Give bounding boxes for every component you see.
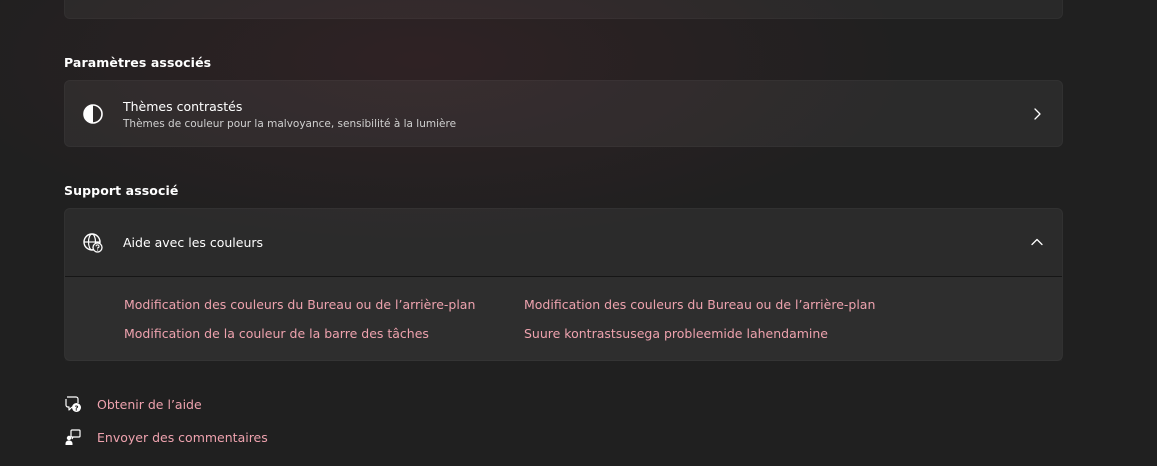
help-colors-header[interactable]: Aide avec les couleurs [65,209,1062,276]
send-feedback-link[interactable]: Envoyer des commentaires [97,430,268,445]
related-support-heading: Support associé [64,183,179,198]
help-colors-card: Aide avec les couleurs Modification des … [64,208,1063,361]
contrast-icon [82,103,104,125]
chevron-up-icon[interactable] [1030,235,1044,249]
help-colors-title: Aide avec les couleurs [123,235,264,250]
help-link-taskbar-color[interactable]: Modification de la couleur de la barre d… [124,326,429,341]
previous-card [64,0,1063,19]
globe-help-icon [82,232,104,254]
get-help-icon: ? [64,395,82,413]
help-link-desktop-colors[interactable]: Modification des couleurs du Bureau ou d… [124,297,475,312]
get-help-link[interactable]: Obtenir de l’aide [97,397,202,412]
contrast-themes-title: Thèmes contrastés [123,99,243,114]
svg-text:?: ? [74,404,78,412]
help-link-desktop-colors-2[interactable]: Modification des couleurs du Bureau ou d… [524,297,875,312]
chevron-right-icon [1030,107,1044,121]
contrast-themes-subtitle: Thèmes de couleur pour la malvoyance, se… [123,118,457,130]
settings-page: Paramètres associés Thèmes contrastés Th… [0,0,1157,466]
contrast-themes-card[interactable]: Thèmes contrastés Thèmes de couleur pour… [64,80,1063,147]
related-settings-heading: Paramètres associés [64,55,212,70]
help-links-panel: Modification des couleurs du Bureau ou d… [65,277,1062,361]
help-link-contrast-issues[interactable]: Suure kontrastsusega probleemide lahenda… [524,326,828,341]
feedback-icon [64,428,82,446]
